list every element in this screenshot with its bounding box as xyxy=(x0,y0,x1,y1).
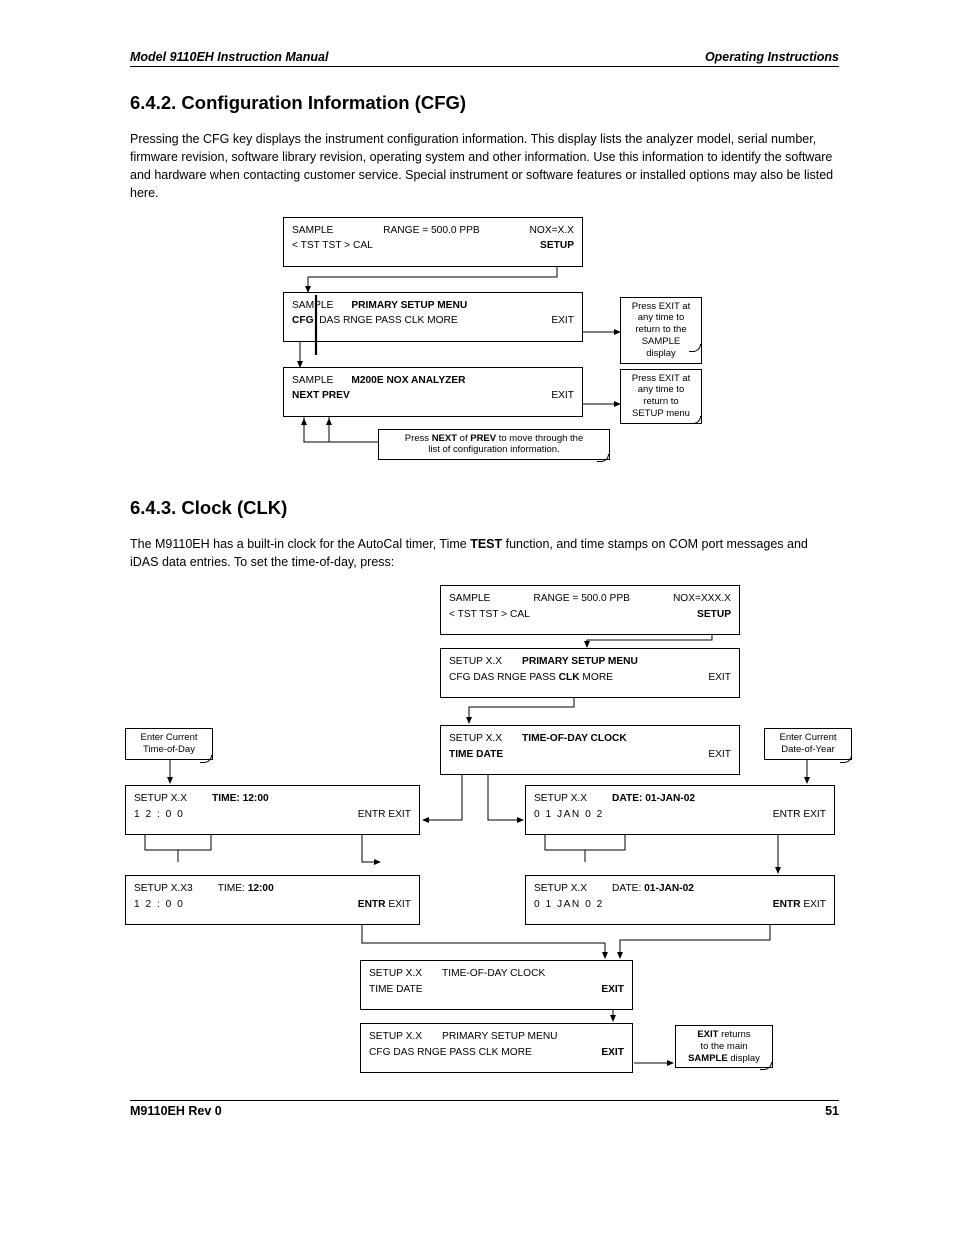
s1-heading: 6.4.2. Configuration Information (CFG) xyxy=(130,92,839,114)
p2a: The M9110EH has a built-in clock for the… xyxy=(130,537,470,551)
p2b: TEST xyxy=(470,537,502,551)
fig-clk: SAMPLERANGE = 500.0 PPBNOX=XXX.X < TST T… xyxy=(130,585,839,1075)
s2-heading: 6.4.3. Clock (CLK) xyxy=(130,497,839,519)
s1-para: Pressing the CFG key displays the instru… xyxy=(130,130,839,203)
arrows1 xyxy=(130,217,830,475)
arrows2 xyxy=(125,585,865,1083)
hdr-right: Operating Instructions xyxy=(705,50,839,64)
fig-cfg: SAMPLE RANGE = 500.0 PPB NOX=X.X < TST T… xyxy=(130,217,839,472)
s2-para: The M9110EH has a built-in clock for the… xyxy=(130,535,839,571)
hdr-left: Model 9110EH Instruction Manual xyxy=(130,50,328,64)
ft-right: 51 xyxy=(825,1104,839,1118)
ft-left: M9110EH Rev 0 xyxy=(130,1104,222,1118)
